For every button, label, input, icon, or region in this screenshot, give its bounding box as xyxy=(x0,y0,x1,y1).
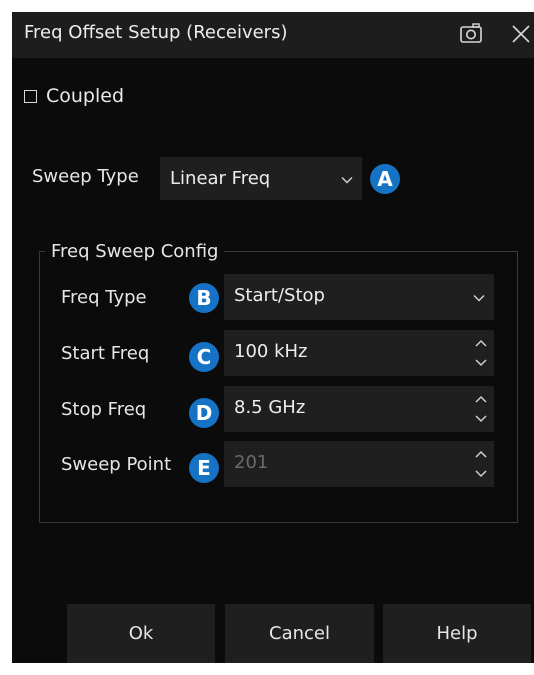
start-freq-field[interactable]: 100 kHz xyxy=(224,330,494,376)
freq-type-value: Start/Stop xyxy=(234,285,325,306)
coupled-label: Coupled xyxy=(46,85,125,107)
callout-badge-b: B xyxy=(189,283,219,313)
help-button[interactable]: Help xyxy=(383,604,531,663)
sweep-point-field: 201 xyxy=(224,441,494,487)
callout-badge-d: D xyxy=(189,398,219,428)
sweep-point-label: Sweep Point xyxy=(61,454,172,475)
start-freq-label: Start Freq xyxy=(61,343,150,364)
sweep-type-label: Sweep Type xyxy=(32,166,139,187)
chevron-down-icon xyxy=(473,294,485,302)
cancel-button[interactable]: Cancel xyxy=(225,604,374,663)
spin-arrows-icon[interactable] xyxy=(474,392,488,426)
title-bar: Freq Offset Setup (Receivers) xyxy=(12,12,534,58)
freq-type-label: Freq Type xyxy=(61,287,147,308)
sweep-type-value: Linear Freq xyxy=(170,168,271,189)
sweep-point-value: 201 xyxy=(234,452,269,473)
coupled-checkbox[interactable]: Coupled xyxy=(24,84,124,108)
chevron-down-icon xyxy=(341,176,353,184)
freq-offset-setup-dialog: Freq Offset Setup (Receivers) Coupled Sw… xyxy=(12,12,534,663)
sweep-type-dropdown[interactable]: Linear Freq xyxy=(160,157,362,200)
freq-sweep-config-title: Freq Sweep Config xyxy=(45,241,225,262)
dialog-title: Freq Offset Setup (Receivers) xyxy=(24,22,288,43)
spin-arrows-icon[interactable] xyxy=(474,336,488,370)
ok-button[interactable]: Ok xyxy=(67,604,215,663)
callout-badge-a: A xyxy=(370,164,400,194)
coupled-checkbox-box[interactable] xyxy=(24,89,37,103)
stop-freq-value: 8.5 GHz xyxy=(234,397,306,418)
spin-arrows-icon xyxy=(475,450,487,478)
callout-badge-e: E xyxy=(189,453,219,483)
stop-freq-field[interactable]: 8.5 GHz xyxy=(224,386,494,432)
stop-freq-label: Stop Freq xyxy=(61,399,147,420)
screenshot-icon[interactable] xyxy=(458,21,484,47)
close-icon[interactable] xyxy=(508,21,534,47)
callout-badge-c: C xyxy=(189,342,219,372)
start-freq-value: 100 kHz xyxy=(234,341,308,362)
freq-type-dropdown[interactable]: Start/Stop xyxy=(224,274,494,320)
